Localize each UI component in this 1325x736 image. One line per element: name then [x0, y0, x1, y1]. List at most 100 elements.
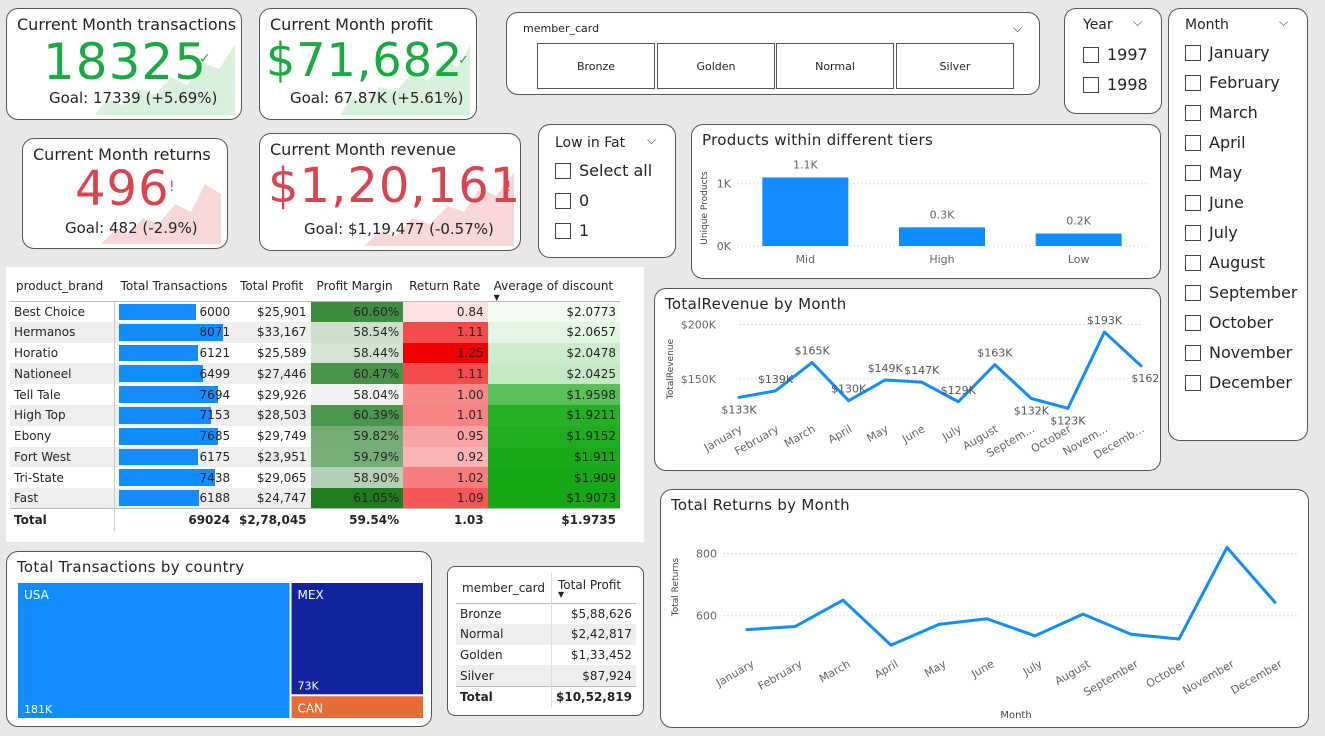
bar-mid[interactable]: [762, 177, 849, 246]
month-option-june[interactable]: June: [1185, 193, 1244, 212]
data-point[interactable]: [1033, 634, 1037, 638]
checkbox[interactable]: [1185, 104, 1201, 121]
y-tick-label: 600: [696, 610, 717, 623]
month-option-november[interactable]: November: [1185, 343, 1292, 362]
table-row[interactable]: Hermanos 8071 $33,167 58.54% 1.11 $2.0657: [10, 321, 620, 343]
checkbox[interactable]: [1185, 44, 1201, 61]
kpi-goal: Goal: $1,19,477 (-0.57%): [304, 220, 494, 238]
column-header-total-profit[interactable]: Total Profit: [234, 271, 310, 301]
column-header-member-card[interactable]: member_card: [456, 573, 552, 603]
return-rate-cell: 1.09: [403, 488, 488, 509]
checkbox[interactable]: [1185, 164, 1201, 181]
table-row[interactable]: Nationeel 6499 $27,446 60.47% 1.11 $2.0425: [10, 363, 620, 385]
fat-option-1[interactable]: 1: [555, 221, 589, 240]
chevron-down-icon[interactable]: ⌵: [1279, 15, 1288, 30]
tile-bronze[interactable]: Bronze: [537, 43, 655, 89]
chevron-down-icon[interactable]: ⌵: [1133, 15, 1142, 30]
month-option-august[interactable]: August: [1185, 253, 1265, 272]
checkbox[interactable]: [1185, 374, 1201, 391]
table-row[interactable]: Tri-State 7438 $29,065 58.90% 1.02 $1.909: [10, 467, 620, 489]
fat-option-select-all[interactable]: Select all: [555, 161, 652, 180]
data-point[interactable]: [1177, 637, 1181, 641]
tile-silver[interactable]: Silver: [896, 43, 1014, 89]
checkbox[interactable]: [555, 222, 571, 239]
data-point[interactable]: [793, 625, 797, 629]
series-line-totalrevenue[interactable]: [738, 330, 1143, 410]
treemap-tile-usa[interactable]: [18, 583, 290, 718]
month-option-january[interactable]: January: [1185, 43, 1270, 62]
data-point[interactable]: [956, 400, 960, 404]
checkbox[interactable]: [1185, 134, 1201, 151]
checkbox[interactable]: [1083, 76, 1099, 93]
data-point[interactable]: [1102, 330, 1106, 334]
data-point[interactable]: [774, 389, 778, 393]
data-point[interactable]: [1225, 546, 1229, 549]
tile-golden[interactable]: Golden: [657, 43, 775, 89]
data-point[interactable]: [937, 622, 941, 626]
month-option-march[interactable]: March: [1185, 103, 1258, 122]
year-option-1998[interactable]: 1998: [1083, 75, 1148, 94]
fat-option-0[interactable]: 0: [555, 191, 589, 210]
table-row[interactable]: Silver $87,924: [456, 665, 636, 687]
table-row[interactable]: Fort West 6175 $23,951 59.79% 0.92 $1.911: [10, 446, 620, 468]
table-row[interactable]: Golden $1,33,452: [456, 644, 636, 666]
month-option-april[interactable]: April: [1185, 133, 1246, 152]
data-point[interactable]: [883, 378, 887, 382]
data-point[interactable]: [889, 643, 893, 647]
data-point[interactable]: [985, 617, 989, 621]
month-option-july[interactable]: July: [1185, 223, 1238, 242]
table-row[interactable]: Fast 6188 $24,747 61.05% 1.09 $1.9073: [10, 488, 620, 509]
column-header-total-transactions[interactable]: Total Transactions: [115, 271, 234, 301]
data-point[interactable]: [993, 363, 997, 367]
total-transactions-cell: 69024: [188, 513, 231, 528]
month-option-december[interactable]: December: [1185, 373, 1292, 392]
table-row[interactable]: High Top 7153 $28,503 60.39% 1.01 $1.9211: [10, 404, 620, 426]
data-point[interactable]: [737, 395, 741, 399]
column-header-average-of-discount[interactable]: ▼ Average of discount: [488, 271, 620, 302]
month-option-october[interactable]: October: [1185, 313, 1273, 332]
checkbox[interactable]: [555, 162, 571, 179]
bar-high[interactable]: [899, 227, 985, 246]
data-point[interactable]: [1273, 600, 1277, 604]
tiers-bar-chart-card: Products within different tiers Unique P…: [691, 124, 1161, 279]
table-row[interactable]: Horatio 6121 $25,589 58.44% 1.25 $2.0478: [10, 342, 620, 364]
checkbox[interactable]: [1185, 254, 1201, 271]
data-point[interactable]: [920, 380, 924, 384]
checkbox[interactable]: [1185, 194, 1201, 211]
data-point[interactable]: [1139, 364, 1143, 368]
column-header-total-profit[interactable]: Total Profit ▼: [552, 573, 636, 603]
table-row[interactable]: Tell Tale 7694 $29,926 58.04% 1.00 $1.9598: [10, 384, 620, 405]
data-point[interactable]: [847, 399, 851, 403]
data-point[interactable]: [1066, 406, 1070, 410]
tile-value-label: 73K: [298, 679, 320, 692]
data-point[interactable]: [745, 628, 749, 632]
data-point[interactable]: [1029, 396, 1033, 400]
month-option-february[interactable]: February: [1185, 73, 1280, 92]
table-row[interactable]: Normal $2,42,817: [456, 623, 636, 645]
column-header-profit-margin[interactable]: Profit Margin: [311, 271, 404, 301]
month-option-may[interactable]: May: [1185, 163, 1242, 182]
data-point[interactable]: [841, 598, 845, 602]
table-row[interactable]: Bronze $5,88,626: [456, 603, 636, 624]
checkbox[interactable]: [1185, 284, 1201, 301]
checkbox[interactable]: [1185, 314, 1201, 331]
column-header-return-rate[interactable]: Return Rate: [403, 271, 488, 301]
chevron-down-icon[interactable]: ⌵: [647, 133, 656, 148]
data-point[interactable]: [810, 361, 814, 365]
checkbox[interactable]: [1185, 344, 1201, 361]
month-option-september[interactable]: September: [1185, 283, 1297, 302]
checkbox[interactable]: [1185, 224, 1201, 241]
year-option-1997[interactable]: 1997: [1083, 45, 1148, 64]
checkbox[interactable]: [555, 192, 571, 209]
checkbox[interactable]: [1185, 74, 1201, 91]
checkbox[interactable]: [1083, 46, 1099, 63]
tile-normal[interactable]: Normal: [776, 43, 894, 89]
data-point[interactable]: [1129, 632, 1133, 636]
chevron-down-icon[interactable]: ⌵: [1013, 21, 1022, 36]
table-row[interactable]: Best Choice 6000 $25,901 60.60% 0.84 $2.0773: [10, 301, 620, 322]
bar-low[interactable]: [1035, 233, 1122, 246]
column-header-product-brand[interactable]: product_brand: [10, 271, 115, 301]
table-row[interactable]: Ebony 7685 $29,749 59.82% 0.95 $1.9152: [10, 425, 620, 447]
data-point[interactable]: [1081, 612, 1085, 616]
series-line-total-returns[interactable]: [746, 546, 1277, 647]
